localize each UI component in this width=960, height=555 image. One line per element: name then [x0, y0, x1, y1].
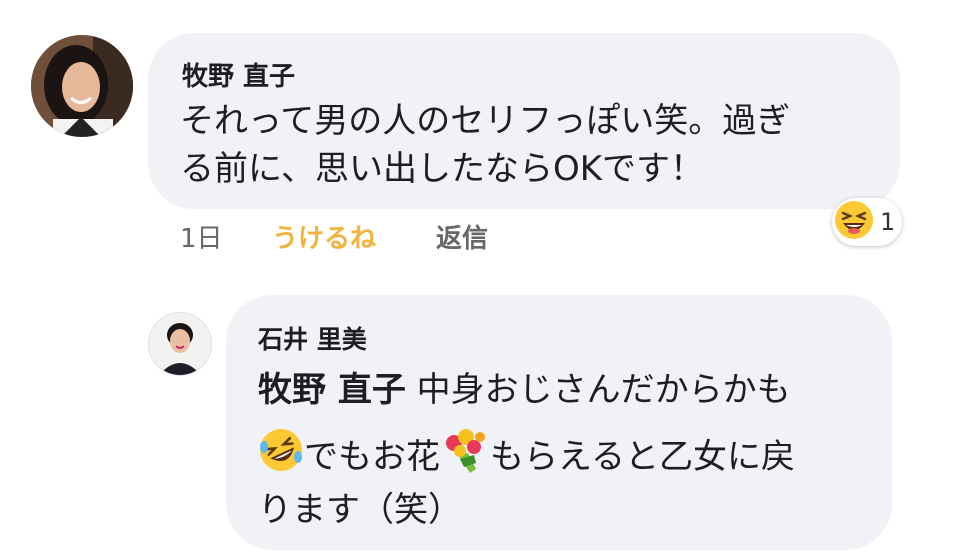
reaction-count: 1: [880, 208, 896, 236]
comment-text-line: でもお花 もらえると乙女に戻: [258, 425, 795, 488]
comment-text-line: 牧野 直子 中身おじさんだからかも: [258, 366, 791, 414]
reaction-button[interactable]: うけるね: [272, 218, 376, 255]
comment-text-segment: 中身おじさんだからかも: [416, 370, 791, 410]
reply-button[interactable]: 返信: [436, 218, 488, 255]
reaction-summary[interactable]: 1: [832, 198, 902, 246]
mention-link[interactable]: 牧野 直子: [258, 370, 406, 410]
comment-text-segment: でもお花: [304, 436, 440, 477]
laughing-face-icon: [834, 200, 874, 244]
comment-text-line: ります（笑）: [258, 490, 462, 530]
avatar[interactable]: [148, 312, 212, 376]
comment-timestamp[interactable]: 1日: [180, 218, 223, 255]
avatar[interactable]: [31, 35, 133, 137]
comment-author[interactable]: 石井 里美: [258, 320, 367, 356]
comment-text-line: る前に、思い出したならOKです！: [180, 149, 705, 189]
comment-author[interactable]: 牧野 直子: [182, 56, 295, 93]
rofl-icon: [258, 427, 304, 486]
bouquet-icon: [440, 425, 490, 488]
comment-text-segment: もらえると乙女に戻: [490, 436, 795, 477]
comment-text-line: それって男の人のセリフっぽい笑。過ぎ: [180, 101, 791, 141]
